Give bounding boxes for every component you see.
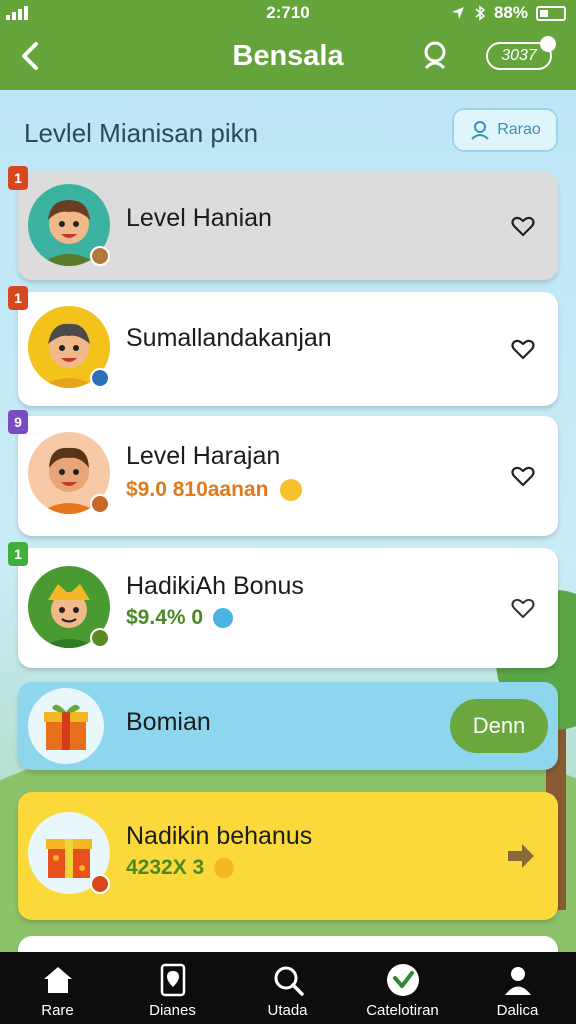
card-reward: $9.4% 0 <box>126 606 233 630</box>
friends-button[interactable]: Rarao <box>452 108 558 152</box>
section-header: Levlel Mianisan pikn <box>24 118 259 148</box>
bluetooth-icon <box>475 5 486 21</box>
card-reward: $9.0 810aanan <box>126 478 303 502</box>
avatar-badge-icon <box>90 874 110 894</box>
level-card[interactable]: 1 HadikiAh Bonus $9.4% 0 <box>8 542 558 668</box>
nav-label: Rare <box>41 1002 74 1019</box>
coins-value: 3037 <box>501 47 537 64</box>
profile-search-icon[interactable] <box>418 38 452 72</box>
person-outline-icon <box>471 121 489 140</box>
smiley-coin-icon <box>280 479 303 502</box>
nav-item-catalog[interactable]: Catelotiran <box>345 952 460 1024</box>
avatar-badge-icon <box>90 494 110 514</box>
card-reward-value: $9.4% 0 <box>126 606 204 629</box>
level-badge: 9 <box>8 410 28 434</box>
battery-percent: 88% <box>493 3 528 22</box>
app-bar: Bensala 3037 <box>0 26 576 90</box>
claim-button[interactable]: Denn <box>450 699 548 753</box>
home-icon <box>44 967 72 993</box>
card-title: Level Harajan <box>126 442 281 470</box>
nav-item-search[interactable]: Utada <box>230 952 345 1024</box>
nav-item-dianes[interactable]: Dianes <box>115 952 230 1024</box>
level-badge: 1 <box>8 166 28 190</box>
nav-label: Dianes <box>149 1002 196 1019</box>
level-card[interactable]: 1 Sumallandakanjan <box>8 286 558 406</box>
arrow-right-icon[interactable] <box>502 838 538 874</box>
bottom-nav: Rare Dianes Utada Catelotiran Dalica <box>0 952 576 1024</box>
map-pin-icon <box>160 963 186 997</box>
level-card-partial[interactable] <box>18 936 558 952</box>
card-title: Nadikin behanus <box>126 822 313 850</box>
card-title: HadikiAh Bonus <box>126 572 304 600</box>
heart-icon[interactable] <box>510 336 536 362</box>
coins-counter[interactable]: 3037 <box>486 36 556 70</box>
avatar-badge-icon <box>90 368 110 388</box>
card-title: Sumallandakanjan <box>126 324 332 352</box>
level-badge: 1 <box>8 286 28 310</box>
level-badge: 1 <box>8 542 28 566</box>
location-icon <box>451 7 464 19</box>
gift-card[interactable]: Bomian Denn <box>18 682 558 770</box>
level-card[interactable]: 9 Level Harajan $9.0 810aanan <box>8 410 558 536</box>
status-bar: 2:710 88% <box>0 0 576 26</box>
card-reward-value: 4232X 3 <box>126 856 205 879</box>
heart-icon[interactable] <box>510 463 536 489</box>
notification-dot-icon <box>540 36 556 52</box>
card-reward: 4232X 3 <box>126 856 235 880</box>
card-title: Level Hanian <box>126 204 272 232</box>
level-list[interactable]: Levlel Mianisan pikn Rarao 1 Level Hania… <box>0 90 576 952</box>
heart-icon[interactable] <box>510 595 536 621</box>
search-icon <box>274 966 304 996</box>
level-card[interactable]: 1 Level Hanian <box>8 166 558 280</box>
nav-label: Dalica <box>496 1002 539 1019</box>
nav-item-home[interactable]: Rare <box>0 952 115 1024</box>
bonus-card[interactable]: Nadikin behanus 4232X 3 <box>18 792 558 920</box>
check-circle-icon <box>387 964 419 996</box>
avatar-badge-icon <box>90 628 110 648</box>
battery-icon <box>536 5 566 21</box>
nav-label: Utada <box>267 1002 308 1019</box>
nav-item-profile[interactable]: Dalica <box>460 952 575 1024</box>
avatar-badge-icon <box>90 246 110 266</box>
nav-label: Catelotiran <box>366 1002 439 1019</box>
gem-icon <box>212 608 233 629</box>
status-right: 88% <box>450 3 566 23</box>
heart-icon[interactable] <box>510 213 536 239</box>
friends-button-label: Rarao <box>497 121 541 138</box>
smiley-coin-icon <box>214 858 235 879</box>
person-icon <box>505 967 531 995</box>
card-title: Bomian <box>126 708 211 736</box>
card-reward-value: $9.0 810aanan <box>126 478 269 501</box>
gift-avatar <box>28 688 104 764</box>
